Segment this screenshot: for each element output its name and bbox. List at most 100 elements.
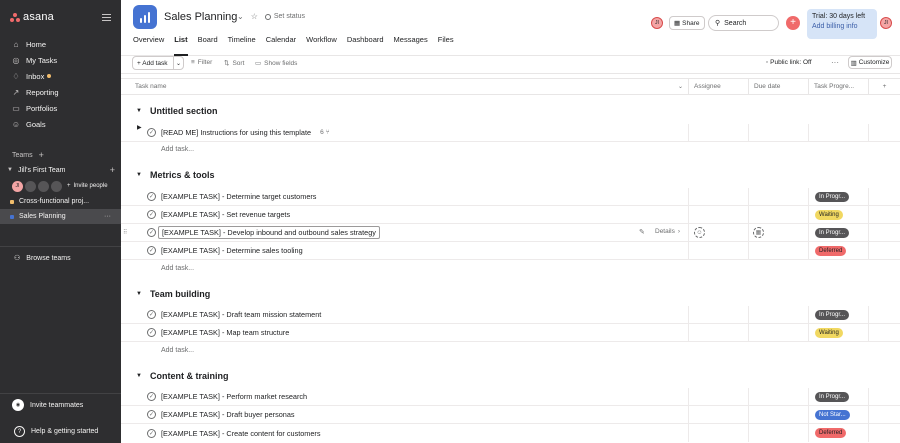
column-task-name[interactable]: Task name ⌄ xyxy=(121,79,688,94)
column-assignee[interactable]: Assignee xyxy=(688,79,748,94)
collapse-triangle-icon[interactable]: ▼ xyxy=(7,167,13,173)
collapse-triangle-icon[interactable]: ▼ xyxy=(136,108,142,114)
status-badge[interactable]: Waiting xyxy=(815,210,843,220)
task-name-cell[interactable]: ✓ [EXAMPLE TASK] - Map team structure xyxy=(121,324,687,341)
hamburger-menu-icon[interactable] xyxy=(102,13,111,21)
more-options-icon[interactable]: ··· xyxy=(104,213,111,220)
filter-button[interactable]: ≡ Filter xyxy=(191,59,212,66)
tab-calendar[interactable]: Calendar xyxy=(266,35,296,56)
calendar-icon[interactable]: ▦ xyxy=(753,227,764,238)
status-badge[interactable]: In Progr... xyxy=(815,392,850,402)
table-row[interactable]: ✓ [EXAMPLE TASK] - Perform market resear… xyxy=(121,388,900,406)
avatar[interactable]: JI xyxy=(12,180,23,192)
collapse-triangle-icon[interactable]: ▼ xyxy=(136,291,142,297)
status-badge[interactable]: Waiting xyxy=(815,328,843,338)
browse-teams-link[interactable]: ⚇ Browse teams xyxy=(14,254,71,263)
status-badge[interactable]: In Progr... xyxy=(815,192,850,202)
task-name[interactable]: [EXAMPLE TASK] - Develop inbound and out… xyxy=(158,226,380,239)
pencil-icon[interactable]: ✎ xyxy=(639,228,645,236)
section-header[interactable]: ▼ Content & training xyxy=(136,371,228,381)
task-name-cell[interactable]: ✓ [EXAMPLE TASK] - Create content for cu… xyxy=(121,424,687,442)
sidebar-project-cross-functional[interactable]: Cross-functional proj... xyxy=(0,194,121,209)
status-badge[interactable]: Deferred xyxy=(815,428,847,438)
sidebar-project-sales-planning[interactable]: Sales Planning ··· xyxy=(0,209,121,224)
table-row[interactable]: ✓ [EXAMPLE TASK] - Draft team mission st… xyxy=(121,306,900,324)
chevron-down-icon[interactable]: ⌄ xyxy=(678,83,683,90)
invite-teammates-button[interactable]: ◉ Invite teammates xyxy=(12,399,83,411)
status-badge[interactable]: Not Star... xyxy=(815,410,850,420)
add-billing-link[interactable]: Add billing info xyxy=(812,23,872,30)
section-header[interactable]: ▼ Metrics & tools xyxy=(136,170,214,180)
sidebar-item-portfolios[interactable]: ▭ Portfolios xyxy=(0,100,121,116)
chevron-down-icon[interactable]: ⌄ xyxy=(237,12,244,21)
task-name[interactable]: [EXAMPLE TASK] - Perform market research xyxy=(161,392,307,401)
add-project-icon[interactable]: + xyxy=(110,165,115,175)
check-icon[interactable]: ✓ xyxy=(147,128,156,137)
task-name[interactable]: [EXAMPLE TASK] - Draft team mission stat… xyxy=(161,310,321,319)
column-task-progress[interactable]: Task Progre... xyxy=(808,79,868,94)
check-icon[interactable]: ✓ xyxy=(147,192,156,201)
table-row[interactable]: ✓ [EXAMPLE TASK] - Determine sales tooli… xyxy=(121,242,900,260)
section-header[interactable]: ▼ Team building xyxy=(136,289,210,299)
table-row[interactable]: ✓ [EXAMPLE TASK] - Map team structure Wa… xyxy=(121,324,900,342)
task-name-cell[interactable]: ✓ [EXAMPLE TASK] - Draft buyer personas xyxy=(121,406,687,423)
help-button[interactable]: ? Help & getting started xyxy=(14,426,98,437)
collapse-triangle-icon[interactable]: ▼ xyxy=(136,172,142,178)
chevron-down-icon[interactable]: ⌄ xyxy=(173,57,183,69)
task-name[interactable]: [READ ME] Instructions for using this te… xyxy=(161,128,311,137)
star-icon[interactable]: ☆ xyxy=(251,12,258,21)
user-avatar[interactable]: JI xyxy=(880,17,892,29)
add-task-link[interactable]: Add task... xyxy=(161,146,194,153)
table-row[interactable]: ✓ [EXAMPLE TASK] - Determine target cust… xyxy=(121,188,900,206)
task-name[interactable]: [EXAMPLE TASK] - Set revenue targets xyxy=(161,210,290,219)
task-name-cell[interactable]: ✓ [EXAMPLE TASK] - Determine sales tooli… xyxy=(121,242,687,259)
tab-dashboard[interactable]: Dashboard xyxy=(347,35,384,56)
project-chart-icon[interactable] xyxy=(133,5,157,29)
subtask-count[interactable]: 6 ⑂ xyxy=(320,129,330,136)
task-name-cell[interactable]: ✓ [EXAMPLE TASK] - Set revenue targets xyxy=(121,206,687,223)
tab-timeline[interactable]: Timeline xyxy=(228,35,256,56)
assignee-placeholder-icon[interactable]: ☺ xyxy=(694,227,705,238)
add-task-label[interactable]: + Add task xyxy=(133,60,173,67)
task-name-cell[interactable]: ✓ [EXAMPLE TASK] - Develop inbound and o… xyxy=(121,224,687,241)
check-icon[interactable]: ✓ xyxy=(147,246,156,255)
task-name[interactable]: [EXAMPLE TASK] - Map team structure xyxy=(161,328,289,337)
tab-list[interactable]: List xyxy=(174,35,188,56)
sidebar-item-reporting[interactable]: ↗ Reporting xyxy=(0,84,121,100)
tab-files[interactable]: Files xyxy=(438,35,454,56)
show-fields-button[interactable]: ▭ Show fields xyxy=(255,59,297,68)
check-icon[interactable]: ✓ xyxy=(147,310,156,319)
invite-people-button[interactable]: + Invite people xyxy=(67,183,108,189)
more-options-icon[interactable]: ··· xyxy=(831,58,839,67)
check-icon[interactable]: ✓ xyxy=(147,410,156,419)
tab-overview[interactable]: Overview xyxy=(133,35,164,56)
tab-board[interactable]: Board xyxy=(198,35,218,56)
project-title[interactable]: Sales Planning xyxy=(164,11,237,23)
task-name-cell[interactable]: ✓ [READ ME] Instructions for using this … xyxy=(121,124,687,141)
public-link-toggle[interactable]: ◦ Public link: Off xyxy=(766,59,812,66)
search-input[interactable]: ⚲ Search xyxy=(708,15,779,31)
sidebar-item-my-tasks[interactable]: ◎ My Tasks xyxy=(0,52,121,68)
customize-button[interactable]: ▥ Customize xyxy=(848,56,892,69)
status-badge[interactable]: In Progr... xyxy=(815,228,850,238)
check-icon[interactable]: ✓ xyxy=(147,210,156,219)
tab-workflow[interactable]: Workflow xyxy=(306,35,337,56)
task-name-cell[interactable]: ✓ [EXAMPLE TASK] - Perform market resear… xyxy=(121,388,687,405)
status-badge[interactable]: In Progr... xyxy=(815,310,850,320)
trial-banner[interactable]: Trial: 30 days left Add billing info xyxy=(807,9,877,39)
sort-button[interactable]: ⇅ Sort xyxy=(224,59,244,68)
details-button[interactable]: Details › xyxy=(655,228,680,235)
task-name[interactable]: [EXAMPLE TASK] - Draft buyer personas xyxy=(161,410,295,419)
sidebar-item-home[interactable]: ⌂ Home xyxy=(0,36,121,52)
add-task-link[interactable]: Add task... xyxy=(161,347,194,354)
asana-logo[interactable]: asana xyxy=(10,11,54,23)
status-badge[interactable]: Deferred xyxy=(815,246,847,256)
global-add-button[interactable]: + xyxy=(786,16,800,30)
collapse-triangle-icon[interactable]: ▼ xyxy=(136,373,142,379)
table-row[interactable]: ⠿ ✓ [EXAMPLE TASK] - Develop inbound and… xyxy=(121,224,900,242)
task-name-cell[interactable]: ✓ [EXAMPLE TASK] - Draft team mission st… xyxy=(121,306,687,323)
add-column-button[interactable]: + xyxy=(868,79,900,94)
set-status-button[interactable]: Set status xyxy=(264,13,305,20)
avatar[interactable]: JI xyxy=(651,17,663,29)
check-icon[interactable]: ✓ xyxy=(147,392,156,401)
